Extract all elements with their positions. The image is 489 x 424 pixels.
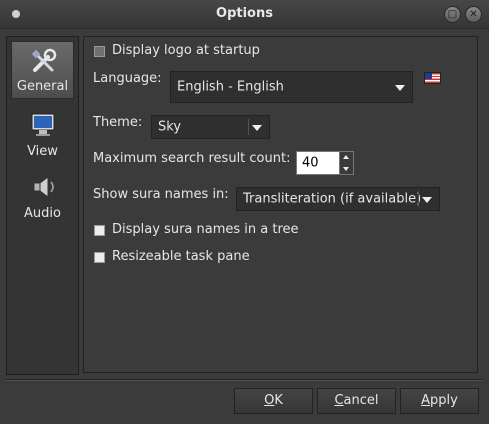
display-logo-label: Display logo at startup bbox=[112, 43, 260, 58]
chevron-down-icon bbox=[395, 85, 405, 91]
ok-button[interactable]: OK bbox=[234, 388, 313, 414]
title-bar[interactable]: Options □ ✕ bbox=[0, 0, 489, 29]
sidebar-item-general[interactable]: General bbox=[11, 41, 74, 99]
chevron-down-icon bbox=[252, 125, 262, 131]
resizeable-checkbox[interactable] bbox=[94, 252, 105, 263]
window-title: Options bbox=[216, 6, 273, 21]
apply-label-rest: pply bbox=[430, 393, 458, 408]
combo-separator bbox=[418, 191, 419, 207]
sidebar-item-audio[interactable]: Audio bbox=[11, 167, 74, 225]
display-logo-checkbox[interactable] bbox=[94, 46, 105, 57]
cancel-label-rest: ancel bbox=[343, 393, 379, 408]
tools-icon bbox=[31, 48, 57, 72]
apply-mnemonic: A bbox=[421, 393, 431, 408]
language-label: Language: bbox=[93, 71, 162, 86]
apply-button[interactable]: Apply bbox=[400, 388, 479, 414]
decrement-icon[interactable] bbox=[343, 167, 349, 171]
monitor-icon bbox=[31, 113, 55, 136]
cancel-button[interactable]: Cancel bbox=[317, 388, 396, 414]
theme-label: Theme: bbox=[93, 115, 143, 130]
theme-dropdown[interactable]: Sky bbox=[151, 115, 270, 139]
speaker-icon bbox=[33, 176, 54, 198]
maximize-icon[interactable]: □ bbox=[444, 6, 461, 23]
sura-tree-checkbox[interactable] bbox=[94, 225, 105, 236]
sidebar-item-label: View bbox=[27, 144, 58, 159]
us-flag-icon bbox=[424, 72, 441, 84]
sura-names-value: Transliteration (if available) bbox=[243, 191, 422, 207]
max-search-label: Maximum search result count: bbox=[93, 151, 291, 166]
button-separator bbox=[6, 379, 483, 381]
sidebar-item-view[interactable]: View bbox=[11, 105, 74, 163]
combo-separator bbox=[248, 119, 249, 135]
close-icon[interactable]: ✕ bbox=[465, 6, 482, 23]
max-search-value: 40 bbox=[302, 155, 319, 171]
chevron-down-icon bbox=[422, 197, 432, 203]
max-search-stepper[interactable]: 40 bbox=[296, 151, 354, 175]
sura-names-label: Show sura names in: bbox=[93, 187, 229, 202]
increment-icon[interactable] bbox=[343, 155, 349, 159]
cancel-mnemonic: C bbox=[334, 393, 344, 408]
language-value: English - English bbox=[177, 79, 284, 95]
ok-mnemonic: O bbox=[264, 393, 275, 408]
sura-names-dropdown[interactable]: Transliteration (if available) bbox=[236, 187, 440, 211]
sidebar-item-label: General bbox=[16, 79, 69, 94]
sura-tree-label: Display sura names in a tree bbox=[112, 222, 299, 237]
theme-value: Sky bbox=[158, 119, 182, 135]
resizeable-label: Resizeable task pane bbox=[112, 249, 250, 264]
options-sidebar: General View Audio bbox=[6, 36, 79, 375]
language-dropdown[interactable]: English - English bbox=[170, 71, 413, 103]
stepper-buttons[interactable] bbox=[339, 152, 353, 174]
ok-label-rest: K bbox=[274, 393, 283, 408]
sidebar-item-label: Audio bbox=[24, 206, 61, 221]
